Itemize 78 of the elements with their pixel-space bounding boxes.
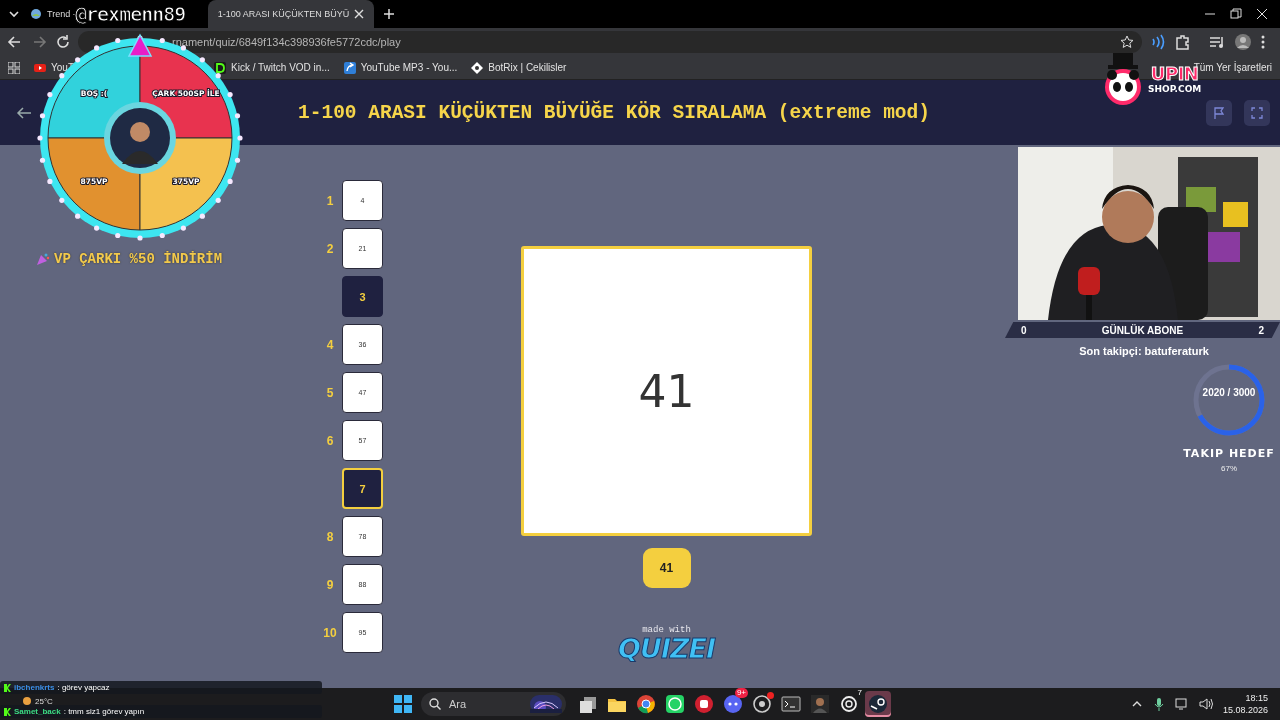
record-icon <box>752 694 772 714</box>
quiz-title: 1-100 ARASI KÜÇÜKTEN BÜYÜĞE KÖR SIRALAMA (extreme mod) <box>297 101 931 124</box>
platform-icon <box>4 683 11 692</box>
answer-slot[interactable]: 7 <box>342 468 383 509</box>
browser-icon <box>636 694 656 714</box>
taskbar-app[interactable]: 7 <box>836 691 862 717</box>
close-icon[interactable] <box>354 9 365 19</box>
profile-avatar-icon[interactable] <box>1234 33 1252 51</box>
plus-icon[interactable] <box>382 7 397 21</box>
chat-icon <box>665 694 685 714</box>
close-icon[interactable] <box>1256 8 1268 20</box>
chat-message: ibchenkrts : görev yapcaz <box>0 681 322 694</box>
terminal-icon <box>781 694 801 714</box>
number-card: 41 <box>521 246 812 536</box>
clock[interactable]: 18:15 15.08.2026 <box>1222 692 1268 716</box>
slot-number: 4 <box>325 337 335 352</box>
letter-icon <box>214 61 226 74</box>
restore-icon[interactable] <box>1230 8 1242 20</box>
bookmark[interactable]: YouTube MP3 - You... <box>343 61 458 74</box>
youtube-icon <box>34 61 46 74</box>
apps-grid-icon[interactable] <box>8 61 20 74</box>
count-text: 0 <box>1021 324 1027 336</box>
slot-number: 8 <box>325 529 335 544</box>
menu-icon[interactable] <box>1260 33 1266 51</box>
search-field[interactable]: Ara <box>421 692 566 716</box>
badge-count: 7 <box>856 688 863 698</box>
flag-button[interactable] <box>1206 99 1232 126</box>
avatar-icon <box>104 102 176 174</box>
browser-tab[interactable]: 1-100 ARASI KÜÇÜKTEN BÜYÜ <box>207 0 375 28</box>
chat-message: Samet_back : tmm siz1 görev yapın <box>0 705 322 718</box>
last-follower-text: Son takipçi: batuferaturk <box>1078 345 1210 357</box>
bookmark[interactable]: Kick / Twitch VOD in... <box>214 61 330 74</box>
person-icon <box>810 694 830 714</box>
goal-title: TAKIP HEDEF <box>1183 447 1275 460</box>
slot-number: 1 <box>325 193 335 208</box>
start-icon[interactable] <box>394 695 412 713</box>
slot-number: 6 <box>325 433 335 448</box>
platform-icon <box>4 707 11 716</box>
arrow-icon <box>343 61 356 74</box>
number-button[interactable]: 41 <box>642 548 691 588</box>
network-icon[interactable] <box>1174 697 1189 711</box>
slot-number: 2 <box>325 241 335 256</box>
badge-count: 9+ <box>734 688 748 698</box>
back-arrow-icon[interactable] <box>16 104 32 121</box>
count-text: 2 <box>1258 324 1264 336</box>
fullscreen-button[interactable] <box>1244 99 1270 126</box>
taskbar-app[interactable]: 9+ <box>720 691 746 717</box>
taskbar-app[interactable] <box>865 691 891 717</box>
windows-icon <box>578 694 598 714</box>
microphone-icon[interactable] <box>1152 697 1165 711</box>
weather-icon <box>22 696 32 706</box>
bookmark[interactable]: BotRix | Cekilisler <box>471 61 567 74</box>
diamond-icon <box>471 61 484 74</box>
slot-number: 9 <box>325 577 335 592</box>
temperature: 25°C <box>35 696 53 706</box>
extensions-icon[interactable] <box>1174 33 1192 51</box>
search-icon <box>429 698 441 710</box>
url-text: rnament/quiz/6849f134c398936fe5772cdc/play <box>172 36 401 48</box>
goal-reading: 2020 / 3000 <box>1201 387 1257 398</box>
address-bar[interactable]: rnament/quiz/6849f134c398936fe5772cdc/play <box>78 31 1142 53</box>
answer-slot[interactable]: 3 <box>342 276 383 317</box>
volume-icon[interactable] <box>1198 697 1213 711</box>
fullscreen-icon <box>1251 106 1263 119</box>
bar-title: GÜNLÜK ABONE <box>1101 324 1184 336</box>
globe-icon <box>30 8 42 20</box>
pointer-icon <box>127 33 153 57</box>
wheel-caption: VP ÇARKI %50 İNDİRİM <box>54 251 223 267</box>
flag-icon <box>1213 106 1225 119</box>
slot-number: 10 <box>322 625 338 640</box>
slot-number: 5 <box>325 385 335 400</box>
made-with-text: made with <box>642 625 691 635</box>
username-overlay: @rexmenn89 <box>75 2 186 26</box>
reload-icon[interactable] <box>54 33 72 51</box>
sponsor-domain: SHOP.COM <box>1148 84 1202 94</box>
logo-text: QUIZEI <box>618 635 715 662</box>
star-icon[interactable] <box>1120 35 1134 49</box>
goal-percent: 67% <box>1221 464 1237 473</box>
party-icon <box>36 252 50 266</box>
